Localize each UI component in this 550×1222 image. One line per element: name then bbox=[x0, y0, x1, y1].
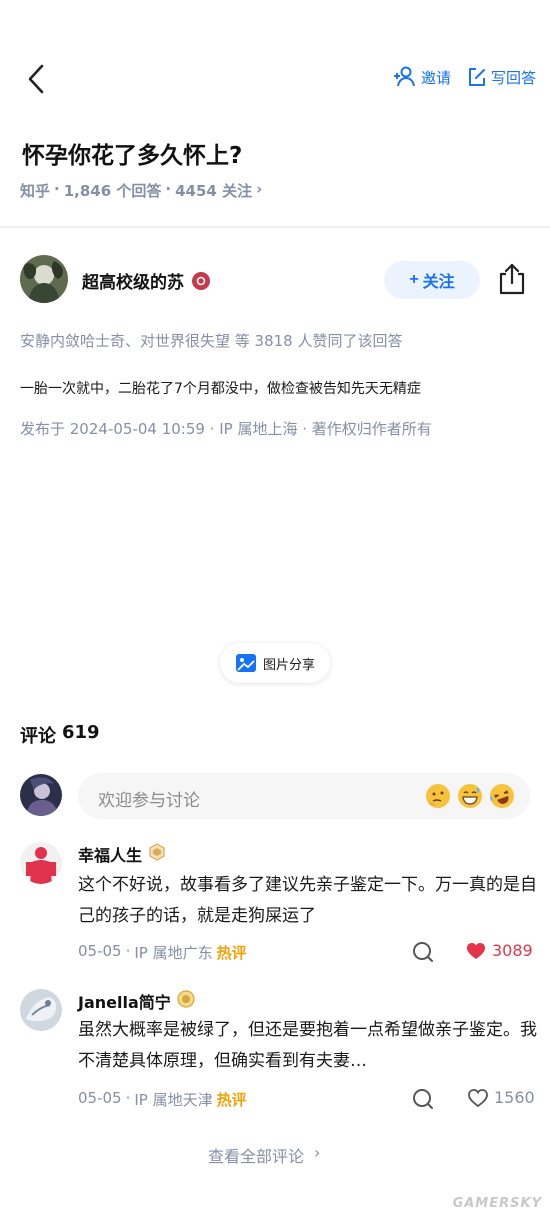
top-actions: 邀请 写回答 bbox=[393, 66, 536, 88]
author-avatar[interactable] bbox=[20, 255, 68, 303]
plus-icon: + bbox=[409, 271, 419, 288]
comment-location: IP 属地天津 bbox=[134, 1091, 213, 1109]
commenter-name-text: Janella简宁 bbox=[78, 993, 171, 1012]
commenter-avatar[interactable] bbox=[20, 989, 62, 1031]
back-arrow-icon[interactable] bbox=[22, 62, 52, 96]
comment-meta: 05-05 · IP 属地天津 热评 bbox=[78, 1089, 247, 1110]
comment-input-placeholder: 欢迎参与讨论 bbox=[98, 791, 200, 811]
see-all-label: 查看全部评论 bbox=[208, 1147, 305, 1166]
laughing-emoji-icon[interactable] bbox=[488, 782, 516, 810]
avatar bbox=[20, 774, 62, 816]
like-count: 1560 bbox=[494, 1088, 535, 1107]
chevron-right-icon: › bbox=[256, 180, 263, 198]
edit-icon bbox=[468, 68, 485, 86]
comment-text: 虽然大概率是被绿了，但还是要抱着一点希望做亲子鉴定。我不清楚具体原理，但确实看到… bbox=[78, 1020, 537, 1071]
watermark-logo: GAMERSKY bbox=[452, 1196, 542, 1211]
heart-outline-icon bbox=[468, 1088, 488, 1107]
meta-separator: · bbox=[165, 180, 172, 198]
comment-date: 05-05 bbox=[78, 942, 122, 960]
thinking-emoji-icon[interactable] bbox=[424, 782, 452, 810]
commenter-name[interactable]: Janella简宁 bbox=[78, 989, 195, 1013]
add-person-icon bbox=[393, 66, 415, 87]
section-divider bbox=[0, 226, 550, 228]
author-name-text: 超高校级的苏 bbox=[82, 273, 184, 293]
follow-count: 4454 关注 bbox=[175, 182, 253, 200]
comments-heading: 评论 619 bbox=[20, 722, 100, 748]
meta-separator: · bbox=[54, 180, 60, 198]
hot-comment-tag: 热评 bbox=[216, 944, 247, 962]
answer-text: 一胎一次就中，二胎花了7个月都没中，做检查被告知先天无精症 bbox=[20, 381, 421, 397]
commenter-name-text: 幸福人生 bbox=[78, 846, 143, 865]
level-badge-icon bbox=[177, 990, 195, 1012]
comments-count: 619 bbox=[62, 722, 100, 743]
share-icon[interactable] bbox=[496, 262, 528, 296]
likers-summary[interactable]: 安静内敛哈士奇、对世界很失望 等 3818 人赞同了该回答 bbox=[20, 330, 402, 351]
invite-label: 邀请 bbox=[420, 68, 451, 87]
follow-button[interactable]: + 关注 bbox=[384, 261, 480, 299]
level-badge-icon bbox=[148, 843, 166, 865]
author-name[interactable]: 超高校级的苏 bbox=[82, 268, 210, 293]
like-count: 3089 bbox=[492, 941, 533, 960]
invite-button[interactable]: 邀请 bbox=[393, 66, 451, 88]
commenter-name[interactable]: 幸福人生 bbox=[78, 842, 166, 866]
like-button[interactable]: 3089 bbox=[466, 941, 533, 960]
publish-info: 发布于 2024-05-04 10:59 · IP 属地上海 · 著作权归作者所… bbox=[20, 420, 432, 438]
top-bar: 邀请 写回答 bbox=[0, 0, 550, 120]
image-share-button[interactable]: 图片分享 bbox=[220, 643, 330, 683]
reply-icon[interactable] bbox=[412, 941, 434, 963]
question-meta[interactable]: 知乎 · 1,846 个回答 · 4454 关注 › bbox=[20, 180, 262, 201]
commenter-avatar[interactable] bbox=[20, 842, 62, 884]
comment-text: 这个不好说，故事看多了建议先亲子鉴定一下。万一真的是自己的孩子的话，就是走狗屎运… bbox=[78, 875, 537, 926]
image-share-label: 图片分享 bbox=[262, 657, 315, 673]
hot-comment-tag: 热评 bbox=[216, 1091, 247, 1109]
question-source: 知乎 bbox=[20, 182, 51, 200]
comment-date: 05-05 bbox=[78, 1089, 122, 1107]
answer-count: 1,846 个回答 bbox=[63, 182, 162, 200]
comment-location: IP 属地广东 bbox=[134, 944, 213, 962]
meta-separator: · bbox=[125, 1089, 131, 1107]
question-title[interactable]: 怀孕你花了多久怀上? bbox=[22, 136, 242, 170]
verified-badge-icon bbox=[192, 271, 210, 290]
follow-label: 关注 bbox=[422, 274, 455, 291]
chevron-right-icon: › bbox=[314, 1143, 321, 1162]
reply-icon[interactable] bbox=[412, 1088, 434, 1110]
comments-heading-label: 评论 bbox=[20, 726, 56, 747]
grinning-sweat-emoji-icon[interactable] bbox=[456, 782, 484, 810]
like-button[interactable]: 1560 bbox=[468, 1088, 535, 1107]
heart-filled-icon bbox=[467, 942, 485, 959]
see-all-comments-link[interactable]: 查看全部评论 › bbox=[208, 1143, 320, 1167]
comment-input[interactable]: 欢迎参与讨论 bbox=[78, 773, 530, 819]
write-answer-label: 写回答 bbox=[490, 68, 536, 87]
meta-separator: · bbox=[125, 942, 131, 960]
comment-meta: 05-05 · IP 属地广东 热评 bbox=[78, 942, 247, 963]
write-answer-button[interactable]: 写回答 bbox=[467, 67, 536, 88]
image-icon bbox=[235, 654, 256, 672]
